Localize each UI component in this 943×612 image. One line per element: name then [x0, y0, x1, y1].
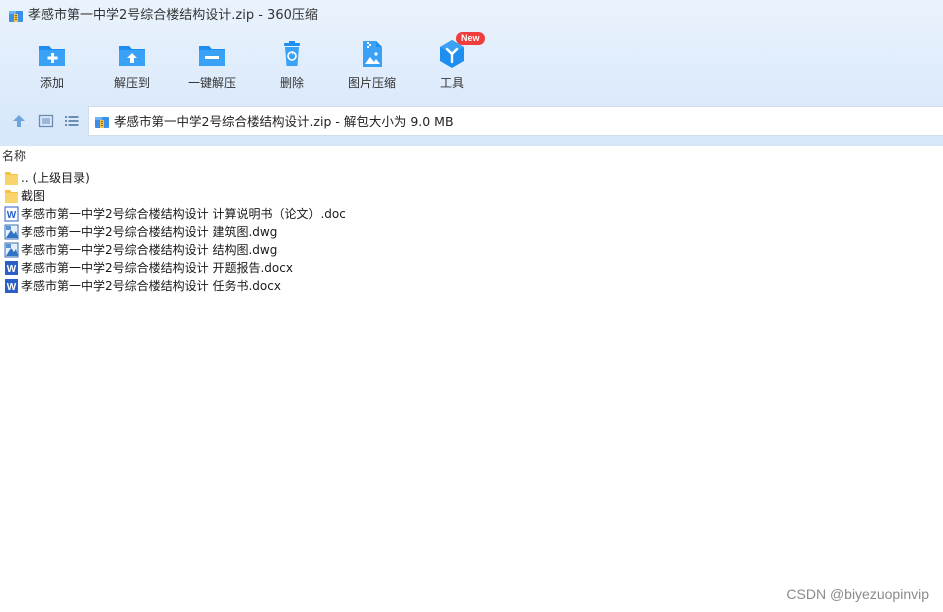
list-item-name: 孝感市第一中学2号综合楼结构设计 开题报告.docx: [21, 261, 293, 275]
window-title: 孝感市第一中学2号综合楼结构设计.zip - 360压缩: [28, 8, 318, 23]
list-item-name: 孝感市第一中学2号综合楼结构设计 建筑图.dwg: [21, 225, 278, 239]
svg-text:W: W: [7, 264, 17, 275]
delete-button-label: 删除: [279, 76, 304, 90]
list-item[interactable]: .. (上级目录): [0, 169, 943, 187]
thumbnail-view-icon[interactable]: [37, 112, 55, 130]
list-item-name: 截图: [21, 189, 46, 203]
add-folder-icon: [39, 46, 65, 66]
extract-to-button[interactable]: 解压到: [92, 38, 172, 98]
list-item[interactable]: 截图: [0, 187, 943, 205]
folder-icon: [5, 172, 18, 185]
list-item-name: 孝感市第一中学2号综合楼结构设计 结构图.dwg: [21, 243, 278, 257]
svg-text:W: W: [7, 282, 17, 293]
list-item-name: 孝感市第一中学2号综合楼结构设计 任务书.docx: [21, 279, 281, 293]
tools-button-label: 工具: [439, 76, 464, 90]
image-compress-icon: [363, 41, 382, 67]
address-row: 孝感市第一中学2号综合楼结构设计.zip - 解包大小为 9.0 MB: [0, 106, 943, 136]
word-docx-icon: W: [5, 261, 18, 275]
add-button[interactable]: 添加: [12, 38, 92, 98]
list-item[interactable]: 孝感市第一中学2号综合楼结构设计 结构图.dwg: [0, 241, 943, 259]
new-badge: New: [456, 32, 485, 45]
list-item-name: 孝感市第一中学2号综合楼结构设计 计算说明书（论文）.doc: [21, 207, 346, 221]
tools-button[interactable]: New 工具: [412, 32, 492, 98]
file-list: 名称 .. (上级目录) 截图 W 孝感市第一中学2号综合楼结构设计 计算说明书…: [0, 146, 943, 612]
one-click-extract-button-label: 一键解压: [187, 76, 236, 90]
delete-button[interactable]: 删除: [252, 38, 332, 98]
address-text: 孝感市第一中学2号综合楼结构设计.zip - 解包大小为 9.0 MB: [114, 114, 454, 129]
list-item[interactable]: 孝感市第一中学2号综合楼结构设计 建筑图.dwg: [0, 223, 943, 241]
dwg-file-icon: [4, 242, 19, 258]
one-click-extract-button[interactable]: 一键解压: [172, 38, 252, 98]
image-compress-button-label: 图片压缩: [347, 76, 396, 90]
folder-icon: [5, 190, 18, 203]
image-compress-button[interactable]: 图片压缩: [332, 38, 412, 98]
list-item[interactable]: W 孝感市第一中学2号综合楼结构设计 开题报告.docx: [0, 259, 943, 277]
app-window: 孝感市第一中学2号综合楼结构设计.zip - 360压缩 添加 解压到 一键解压…: [0, 0, 943, 612]
svg-text:W: W: [7, 210, 17, 221]
word-doc-icon: W: [4, 206, 19, 222]
column-header-name[interactable]: 名称: [0, 148, 26, 166]
watermark: CSDN @biyezuopinvip: [786, 586, 929, 602]
dwg-file-icon: [4, 224, 19, 240]
up-arrow-icon[interactable]: [10, 112, 28, 130]
address-bar[interactable]: 孝感市第一中学2号综合楼结构设计.zip - 解包大小为 9.0 MB: [88, 106, 943, 136]
zip-archive-icon: [9, 11, 23, 22]
extract-to-icon: [119, 46, 145, 66]
add-button-label: 添加: [39, 76, 64, 90]
header-area: 孝感市第一中学2号综合楼结构设计.zip - 360压缩 添加 解压到 一键解压…: [0, 0, 943, 146]
one-click-extract-icon: [199, 46, 225, 66]
list-item[interactable]: W 孝感市第一中学2号综合楼结构设计 计算说明书（论文）.doc: [0, 205, 943, 223]
file-rows: .. (上级目录) 截图 W 孝感市第一中学2号综合楼结构设计 计算说明书（论文…: [0, 169, 943, 295]
zip-archive-icon: [95, 117, 109, 128]
word-docx-icon: W: [5, 279, 18, 293]
list-item[interactable]: W 孝感市第一中学2号综合楼结构设计 任务书.docx: [0, 277, 943, 295]
list-item-name: .. (上级目录): [21, 171, 90, 185]
recycle-bin-icon: [284, 41, 300, 66]
title-bar: 孝感市第一中学2号综合楼结构设计.zip - 360压缩: [0, 0, 943, 32]
extract-to-button-label: 解压到: [113, 76, 150, 90]
list-view-icon[interactable]: [63, 112, 81, 130]
